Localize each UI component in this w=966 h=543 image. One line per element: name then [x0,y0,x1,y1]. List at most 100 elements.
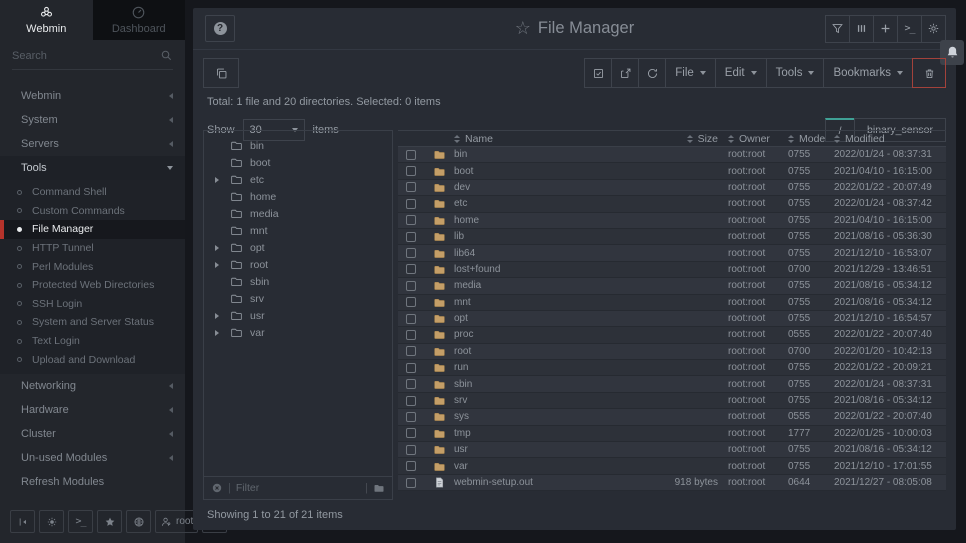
menu-bookmarks[interactable]: Bookmarks [823,58,913,88]
file-name[interactable]: opt [454,313,638,324]
expander-icon[interactable] [215,245,223,251]
tree-item-usr[interactable]: usr [204,307,392,324]
menu-tools[interactable]: Tools [766,58,825,88]
table-row-opt[interactable]: optroot:root07552021/12/10 - 16:54:57 [398,311,946,327]
column-header-size[interactable]: Size [638,133,728,145]
file-name[interactable]: lib [454,231,638,242]
sidebar-item-tools[interactable]: Tools [0,156,185,180]
tab-dashboard[interactable]: Dashboard [93,0,186,40]
terminal-button[interactable]: >_ [897,15,922,43]
row-checkbox[interactable] [406,461,416,471]
table-row-boot[interactable]: bootroot:root07552021/04/10 - 16:15:00 [398,163,946,179]
sidebar-item-protected-web-directories[interactable]: Protected Web Directories [0,276,185,295]
table-row-tmp[interactable]: tmproot:root17772022/01/25 - 10:00:03 [398,426,946,442]
row-checkbox[interactable] [406,478,416,488]
sidebar-item-file-manager[interactable]: File Manager [0,220,185,239]
row-checkbox[interactable] [406,264,416,274]
file-name[interactable]: srv [454,395,638,406]
columns-button[interactable] [849,15,874,43]
expander-icon[interactable] [215,313,223,319]
table-row-lost-found[interactable]: lost+foundroot:root07002021/12/29 - 13:4… [398,262,946,278]
sidebar-item-perl-modules[interactable]: Perl Modules [0,257,185,276]
file-name[interactable]: dev [454,182,638,193]
sidebar-item-un-used-modules[interactable]: Un-used Modules [0,446,185,470]
file-name[interactable]: lib64 [454,248,638,259]
tree-item-opt[interactable]: opt [204,239,392,256]
file-name[interactable]: media [454,280,638,291]
collapse-sidebar-button[interactable] [10,510,35,533]
row-checkbox[interactable] [406,199,416,209]
export-button[interactable] [611,58,639,88]
file-name[interactable]: sys [454,411,638,422]
menu-edit[interactable]: Edit [715,58,767,88]
table-row-run[interactable]: runroot:root07552022/01/22 - 20:09:21 [398,360,946,376]
row-checkbox[interactable] [406,396,416,406]
sidebar-item-hardware[interactable]: Hardware [0,398,185,422]
row-checkbox[interactable] [406,379,416,389]
file-name[interactable]: usr [454,444,638,455]
sidebar-item-cluster[interactable]: Cluster [0,422,185,446]
language-button[interactable] [126,510,151,533]
sidebar-item-ssh-login[interactable]: SSH Login [0,295,185,314]
table-row-lib64[interactable]: lib64root:root07552021/12/10 - 16:53:07 [398,245,946,261]
tree-item-var[interactable]: var [204,324,392,341]
column-header-mode[interactable]: Mode [788,133,834,145]
tree-filter-input[interactable] [236,482,360,494]
file-name[interactable]: home [454,215,638,226]
table-row-sys[interactable]: sysroot:root05552022/01/22 - 20:07:40 [398,409,946,425]
table-row-lib[interactable]: libroot:root07552021/08/16 - 05:36:30 [398,229,946,245]
sidebar-item-webmin[interactable]: Webmin [0,84,185,108]
sidebar-item-custom-commands[interactable]: Custom Commands [0,202,185,221]
tree-item-sbin[interactable]: sbin [204,273,392,290]
sidebar-item-upload-and-download[interactable]: Upload and Download [0,350,185,369]
file-name[interactable]: mnt [454,297,638,308]
row-checkbox[interactable] [406,346,416,356]
file-name[interactable]: webmin-setup.out [454,477,638,488]
table-row-etc[interactable]: etcroot:root07552022/01/24 - 08:37:42 [398,196,946,212]
select-all-button[interactable] [584,58,612,88]
row-checkbox[interactable] [406,314,416,324]
folder-tree-toggle-icon[interactable] [373,482,385,494]
tree-item-mnt[interactable]: mnt [204,222,392,239]
table-row-sbin[interactable]: sbinroot:root07552022/01/24 - 08:37:31 [398,376,946,392]
row-checkbox[interactable] [406,215,416,225]
row-checkbox[interactable] [406,150,416,160]
tree-item-srv[interactable]: srv [204,290,392,307]
sidebar-item-servers[interactable]: Servers [0,132,185,156]
tree-item-bin[interactable]: bin [204,137,392,154]
file-name[interactable]: bin [454,149,638,160]
row-checkbox[interactable] [406,363,416,373]
row-checkbox[interactable] [406,412,416,422]
table-row-usr[interactable]: usrroot:root07552021/08/16 - 05:34:12 [398,442,946,458]
row-checkbox[interactable] [406,248,416,258]
clear-filter-icon[interactable] [211,482,223,494]
create-button[interactable] [873,15,898,43]
file-name[interactable]: sbin [454,379,638,390]
row-checkbox[interactable] [406,445,416,455]
sidebar-item-refresh-modules[interactable]: Refresh Modules [0,470,185,494]
column-header-modified[interactable]: Modified [834,133,946,145]
theme-toggle-button[interactable] [39,510,64,533]
column-header-owner[interactable]: Owner [728,133,788,145]
trash-button[interactable] [912,58,946,88]
row-checkbox[interactable] [406,166,416,176]
sidebar-item-networking[interactable]: Networking [0,374,185,398]
tree-item-root[interactable]: root [204,256,392,273]
row-checkbox[interactable] [406,281,416,291]
expander-icon[interactable] [215,177,223,183]
tree-item-media[interactable]: media [204,205,392,222]
tree-item-boot[interactable]: boot [204,154,392,171]
tree-item-etc[interactable]: etc [204,171,392,188]
table-row-proc[interactable]: procroot:root05552022/01/22 - 20:07:40 [398,327,946,343]
favorite-star-icon[interactable]: ☆ [515,18,531,39]
sidebar-item-command-shell[interactable]: Command Shell [0,183,185,202]
refresh-button[interactable] [638,58,666,88]
file-name[interactable]: boot [454,166,638,177]
favorites-button[interactable] [97,510,122,533]
file-name[interactable]: run [454,362,638,373]
row-checkbox[interactable] [406,428,416,438]
row-checkbox[interactable] [406,297,416,307]
file-name[interactable]: tmp [454,428,638,439]
tab-webmin[interactable]: Webmin [0,0,93,40]
menu-file[interactable]: File [665,58,716,88]
